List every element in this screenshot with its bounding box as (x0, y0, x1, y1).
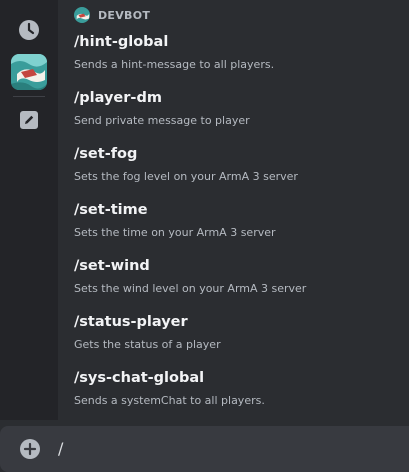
command-option-set-wind[interactable]: /set-wind Sets the wind level on your Ar… (58, 252, 409, 308)
command-description: Sets the fog level on your ArmA 3 server (74, 170, 298, 183)
command-description: Sends a systemChat to all players. (74, 394, 265, 407)
command-name: /sys-chat-global (74, 370, 205, 386)
command-description: Gets the status of a player (74, 338, 221, 351)
command-name: /set-time (74, 202, 148, 218)
command-description: Send private message to player (74, 114, 250, 127)
command-category-rail (0, 0, 58, 420)
command-option-sys-chat-global[interactable]: /sys-chat-global Sends a systemChat to a… (58, 364, 409, 420)
rail-divider (13, 96, 45, 97)
command-option-set-fog[interactable]: /set-fog Sets the fog level on your ArmA… (58, 140, 409, 196)
command-name: /status-player (74, 314, 188, 330)
section-title: DEVBOT (98, 8, 151, 22)
command-name: /player-dm (74, 90, 162, 106)
pencil-icon[interactable] (13, 104, 45, 136)
message-input[interactable]: / (58, 438, 63, 460)
clock-icon[interactable] (13, 14, 45, 46)
section-header: DEVBOT (74, 6, 150, 24)
bot-avatar-small-icon (74, 7, 90, 23)
command-autocomplete-popup: DEVBOT /hint-global Sends a hint-message… (0, 0, 409, 420)
command-option-set-time[interactable]: /set-time Sets the time on your ArmA 3 s… (58, 196, 409, 252)
bot-avatar-icon[interactable] (11, 54, 47, 90)
command-list: DEVBOT /hint-global Sends a hint-message… (58, 0, 409, 420)
command-description: Sets the time on your ArmA 3 server (74, 226, 276, 239)
message-composer: / (0, 426, 409, 472)
command-description: Sets the wind level on your ArmA 3 serve… (74, 282, 307, 295)
command-name: /set-fog (74, 146, 138, 162)
command-option-status-player[interactable]: /status-player Gets the status of a play… (58, 308, 409, 364)
command-name: /set-wind (74, 258, 150, 274)
command-option-hint-global[interactable]: /hint-global Sends a hint-message to all… (58, 28, 409, 84)
command-option-player-dm[interactable]: /player-dm Send private message to playe… (58, 84, 409, 140)
plus-circle-icon[interactable] (20, 439, 40, 459)
command-name: /hint-global (74, 34, 169, 50)
command-description: Sends a hint-message to all players. (74, 58, 275, 71)
